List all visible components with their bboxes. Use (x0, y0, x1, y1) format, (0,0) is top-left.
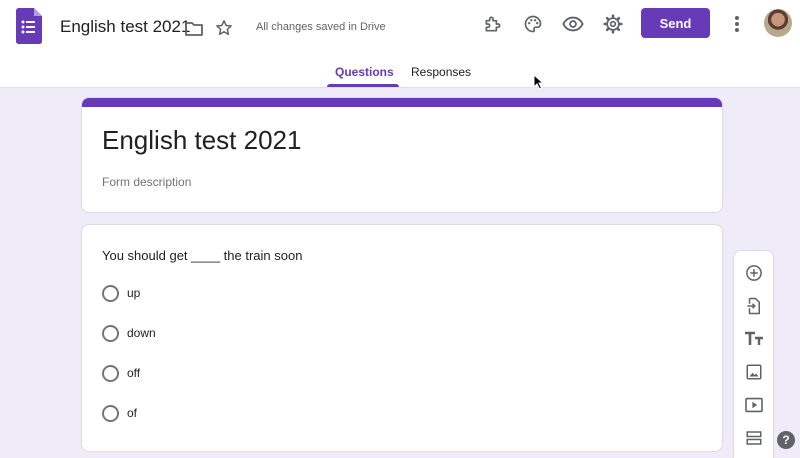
title-card-accent (82, 98, 722, 107)
forms-logo-icon[interactable] (16, 8, 42, 44)
tab-bar: Questions Responses (0, 56, 800, 88)
question-card[interactable]: You should get ____ the train soon up do… (81, 224, 723, 452)
folder-icon[interactable] (184, 18, 204, 38)
document-title[interactable]: English test 2021 (60, 17, 190, 37)
help-icon[interactable]: ? (777, 431, 795, 449)
mouse-cursor-icon (533, 74, 545, 90)
form-description-input[interactable]: Form description (102, 175, 191, 189)
radio-button[interactable] (102, 364, 119, 382)
question-title[interactable]: You should get ____ the train soon (102, 248, 302, 263)
preview-eye-icon[interactable] (561, 12, 585, 36)
form-title[interactable]: English test 2021 (102, 125, 301, 156)
avatar[interactable] (764, 9, 792, 37)
import-questions-icon[interactable] (743, 295, 765, 317)
option-item[interactable]: off (102, 364, 140, 382)
addon-puzzle-icon[interactable] (481, 12, 505, 36)
palette-icon[interactable] (521, 12, 545, 36)
radio-button[interactable] (102, 284, 119, 302)
option-label: up (127, 286, 141, 300)
settings-gear-icon[interactable] (601, 12, 625, 36)
radio-button[interactable] (102, 404, 119, 422)
option-item[interactable]: up (102, 284, 140, 302)
option-label: down (127, 326, 156, 340)
radio-button[interactable] (102, 324, 119, 342)
option-label: off (127, 366, 141, 380)
add-section-icon[interactable] (743, 427, 765, 449)
more-vert-icon[interactable] (727, 12, 747, 36)
tab-questions[interactable]: Questions (335, 65, 394, 79)
option-label: of (127, 406, 138, 420)
tab-responses[interactable]: Responses (411, 65, 471, 79)
option-item[interactable]: down (102, 324, 156, 342)
add-title-text-icon[interactable] (743, 328, 765, 350)
star-icon[interactable] (214, 18, 234, 38)
add-question-icon[interactable] (743, 262, 765, 284)
add-image-icon[interactable] (743, 361, 765, 383)
save-status: All changes saved in Drive (256, 21, 386, 33)
option-item[interactable]: of (102, 404, 137, 422)
side-toolbar (733, 250, 774, 458)
add-video-icon[interactable] (743, 394, 765, 416)
active-tab-indicator (327, 84, 399, 87)
form-title-card: English test 2021 Form description (81, 97, 723, 213)
send-button[interactable]: Send (641, 8, 710, 38)
top-bar: English test 2021 All changes saved in D… (0, 0, 800, 88)
